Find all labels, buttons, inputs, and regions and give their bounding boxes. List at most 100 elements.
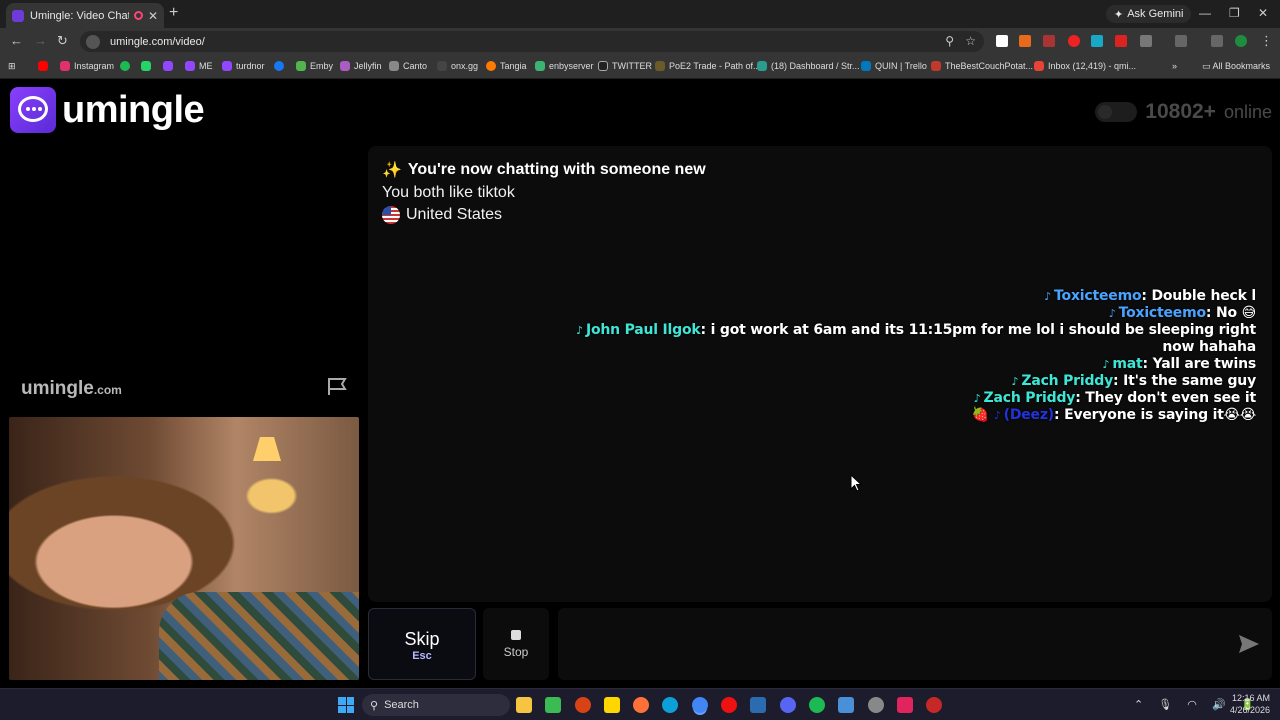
- bookmark-17[interactable]: TheBestCouchPotat...: [931, 61, 1033, 71]
- menu-kebab-icon[interactable]: ⋮: [1260, 33, 1273, 49]
- bookmark-15[interactable]: (18) Dashboard / Str...: [757, 61, 860, 71]
- reload-icon[interactable]: ↻: [57, 33, 68, 49]
- extensions-puzzle-icon[interactable]: [1140, 35, 1152, 47]
- cast-icon[interactable]: [1175, 35, 1187, 47]
- bookmarks-overflow-icon[interactable]: »: [1172, 61, 1177, 71]
- media-player-icon[interactable]: [545, 697, 561, 713]
- app-icon-2[interactable]: [750, 697, 766, 713]
- stop-button[interactable]: Stop: [483, 608, 549, 680]
- stranger-country: United States: [406, 206, 503, 223]
- bookmark-14[interactable]: PoE2 Trade - Path of...: [655, 61, 761, 71]
- bookmark-star-icon[interactable]: ☆: [965, 34, 976, 48]
- new-tab-button[interactable]: +: [169, 4, 178, 22]
- spotify-icon[interactable]: [809, 697, 825, 713]
- overlay-message: ♪ John Paul Ilgok: i got work at 6am and …: [576, 322, 1257, 355]
- bookmark-label: Canto: [403, 61, 428, 71]
- bookmark-10[interactable]: onx.gg: [437, 61, 478, 71]
- obs-icon[interactable]: [868, 697, 884, 713]
- message-input[interactable]: [568, 628, 1208, 660]
- x-twitter-icon: [598, 61, 608, 71]
- forward-icon[interactable]: →: [34, 33, 47, 48]
- skip-button[interactable]: Skip Esc: [368, 608, 476, 680]
- taskbar-search[interactable]: ⚲ Search: [362, 694, 510, 716]
- notepad-icon[interactable]: [838, 697, 854, 713]
- firefox-icon[interactable]: [633, 697, 649, 713]
- overlay-message: ♪ Toxicteemo: No 😅: [1108, 305, 1256, 321]
- bookmark-0[interactable]: Instagram: [60, 61, 114, 71]
- bookmark-9[interactable]: Canto: [389, 61, 427, 71]
- message-text: i got work at 6am and its 11:15pm for me…: [710, 322, 1257, 355]
- bookmark-8[interactable]: Jellyfin: [340, 61, 382, 71]
- extension-k-icon[interactable]: [996, 35, 1008, 47]
- extension-7tv-icon[interactable]: [1091, 35, 1103, 47]
- extension-fox-icon[interactable]: [1019, 35, 1031, 47]
- youtube-bookmark[interactable]: [38, 61, 48, 71]
- opera-icon[interactable]: [721, 697, 737, 713]
- umingle-logo[interactable]: umingle: [10, 87, 205, 133]
- online-label: online: [1223, 101, 1272, 122]
- message-text: Everyone is saying it😭😭: [1064, 407, 1256, 423]
- bookmark-16[interactable]: QUIN | Trello: [861, 61, 927, 71]
- bookmark-2[interactable]: [141, 61, 151, 71]
- bookmark-5[interactable]: turdnor: [222, 61, 265, 71]
- close-tab-icon[interactable]: ✕: [148, 9, 158, 23]
- extension-shield-icon[interactable]: [1115, 35, 1127, 47]
- bookmark-18[interactable]: Inbox (12,419) - qmi...: [1034, 61, 1136, 71]
- bookmark-1[interactable]: [120, 61, 130, 71]
- umingle-page: umingle 10802+ online umingle.com ✨ You'r…: [0, 80, 1280, 688]
- address-bar[interactable]: umingle.com/video/ ⚲ ☆: [80, 31, 984, 52]
- app-icon[interactable]: [575, 697, 591, 713]
- tiktok-icon[interactable]: [897, 697, 913, 713]
- poe-icon: [655, 61, 665, 71]
- search-icon: ⚲: [370, 699, 379, 712]
- report-flag-icon[interactable]: [326, 376, 348, 396]
- bookmark-4[interactable]: ME: [185, 61, 213, 71]
- edge-icon[interactable]: [662, 697, 678, 713]
- clock-date: 4/26/2026: [1229, 705, 1270, 715]
- mouse-cursor-icon: [850, 474, 862, 492]
- bookmark-label: Tangia: [500, 61, 527, 71]
- new-chat-notice: You're now chatting with someone new: [407, 161, 706, 178]
- clock[interactable]: 12:16 AM 4/26/2026: [1230, 692, 1270, 716]
- all-bookmarks-button[interactable]: ▭ All Bookmarks: [1202, 61, 1270, 72]
- apps-grid-icon[interactable]: ⊞: [8, 61, 16, 72]
- discord-icon[interactable]: [780, 697, 796, 713]
- send-icon[interactable]: [1238, 634, 1260, 654]
- restore-icon[interactable]: ❐: [1229, 6, 1240, 20]
- zoom-icon[interactable]: ⚲: [945, 34, 954, 48]
- site-info-icon[interactable]: [86, 34, 100, 49]
- tiktok-note-icon: ♪: [1011, 375, 1019, 388]
- message-text: It's the same guy: [1123, 373, 1256, 389]
- profile-avatar-icon[interactable]: [1235, 35, 1247, 47]
- bookmark-label: Instagram: [74, 61, 115, 71]
- overlay-message: 🍓 ♪ (Deez): Everyone is saying it😭😭: [971, 407, 1256, 423]
- bookmark-6[interactable]: [274, 61, 284, 71]
- bookmark-3[interactable]: [163, 61, 173, 71]
- tab-title: Umingle: Video Chat with S: [30, 9, 129, 22]
- theme-toggle[interactable]: [1095, 102, 1138, 122]
- media-control-icon[interactable]: [1211, 35, 1223, 47]
- bookmark-12[interactable]: enbyserver: [535, 61, 594, 71]
- back-icon[interactable]: ←: [10, 33, 23, 48]
- browser-tab[interactable]: Umingle: Video Chat with S ✕: [6, 3, 164, 28]
- tiktok-note-icon: ♪: [1044, 290, 1052, 303]
- sticky-notes-icon[interactable]: [604, 697, 620, 713]
- bookmark-label: Inbox (12,419) - qmi...: [1048, 61, 1137, 71]
- minimize-icon[interactable]: —: [1199, 6, 1211, 20]
- close-window-icon[interactable]: ✕: [1258, 6, 1268, 20]
- extension-record-icon[interactable]: [1068, 35, 1080, 47]
- instagram-icon: [60, 61, 70, 71]
- ask-gemini-label: Ask Gemini: [1127, 8, 1184, 20]
- online-indicator: 10802+ online: [1095, 100, 1272, 124]
- bookmark-label: onx.gg: [451, 61, 479, 71]
- windows-start-icon[interactable]: [338, 697, 354, 713]
- scarf-pattern: [159, 592, 359, 680]
- ask-gemini-button[interactable]: ✦ Ask Gemini: [1106, 5, 1192, 23]
- chrome-icon[interactable]: [692, 697, 708, 713]
- extension-red-icon[interactable]: [1043, 35, 1055, 47]
- bookmark-7[interactable]: Emby: [296, 61, 333, 71]
- bookmark-11[interactable]: Tangia: [486, 61, 527, 71]
- file-explorer-icon[interactable]: [516, 697, 532, 713]
- bookmark-13[interactable]: TWITTER: [598, 61, 652, 71]
- recording-app-icon[interactable]: [926, 697, 942, 713]
